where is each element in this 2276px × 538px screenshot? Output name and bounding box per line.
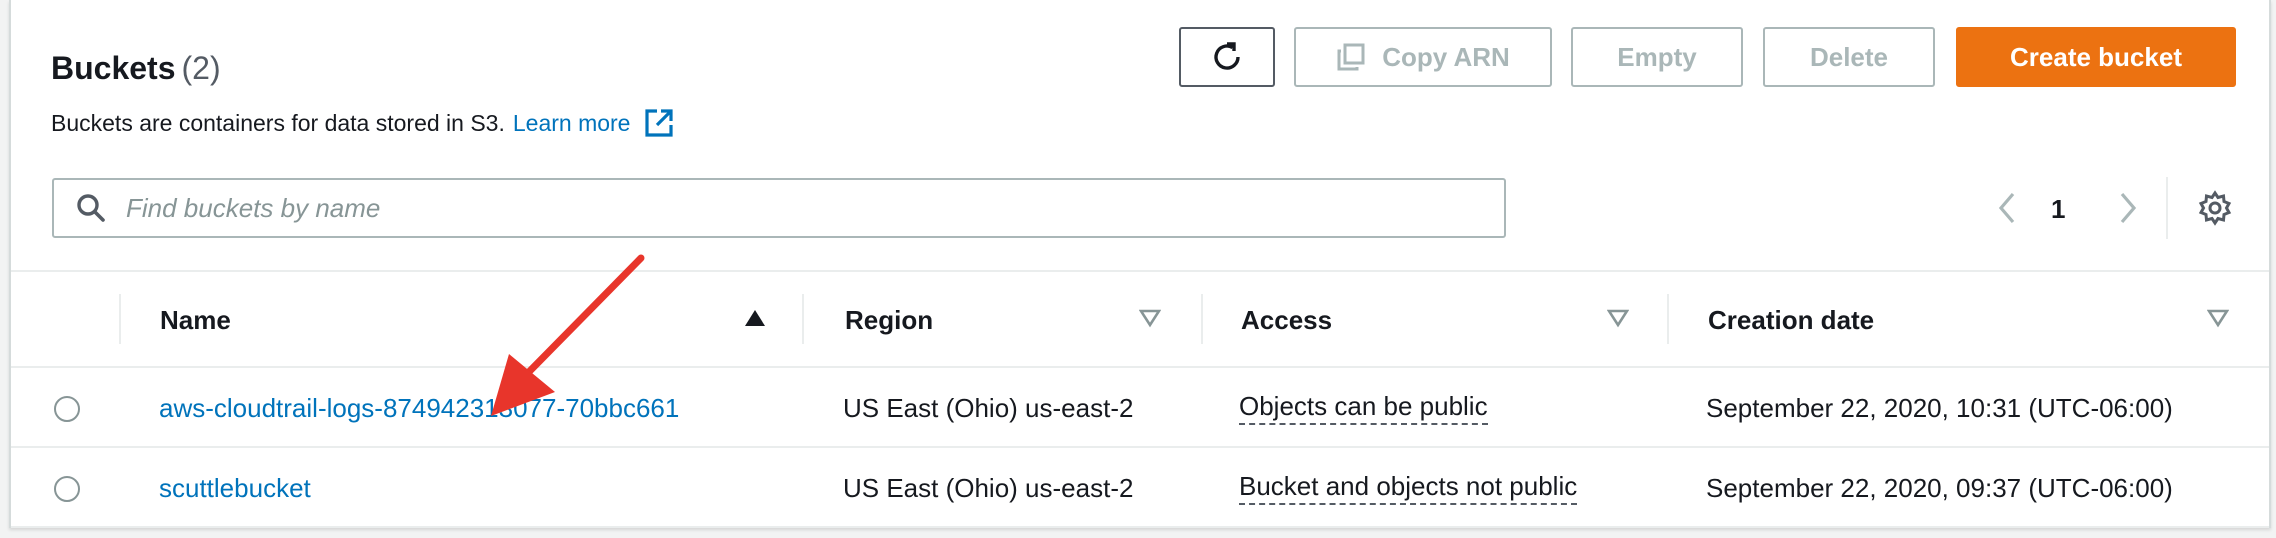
panel-description: Buckets are containers for data stored i… [51, 108, 674, 138]
table-row[interactable]: aws-cloudtrail-logs-874942313077-70bbc66… [11, 368, 2269, 448]
row-select-radio[interactable] [54, 476, 80, 502]
column-header-access[interactable]: Access [1241, 272, 1332, 368]
annotation-arrow [491, 254, 645, 416]
column-header-region[interactable]: Region [845, 272, 933, 368]
page-title: Buckets (2) [51, 48, 221, 88]
column-divider [802, 294, 804, 344]
column-divider [119, 294, 121, 344]
column-header-name[interactable]: Name [160, 272, 231, 368]
copy-arn-label: Copy ARN [1382, 41, 1510, 72]
search-box[interactable] [52, 178, 1506, 238]
column-divider [1201, 294, 1203, 344]
table-row[interactable]: scuttlebucket US East (Ohio) us-east-2 B… [11, 448, 2269, 528]
title-text: Buckets [51, 50, 176, 86]
description-text: Buckets are containers for data stored i… [51, 110, 505, 136]
bucket-region: US East (Ohio) us-east-2 [843, 392, 1134, 423]
chevron-right-icon [2112, 190, 2142, 226]
delete-label: Delete [1809, 41, 1889, 72]
column-divider [1667, 294, 1669, 344]
caret-down-outline-icon[interactable] [1139, 308, 1161, 328]
create-bucket-label: Create bucket [2010, 41, 2182, 72]
bucket-access[interactable]: Bucket and objects not public [1239, 471, 1578, 505]
caret-up-icon[interactable] [744, 308, 766, 328]
bucket-region: US East (Ohio) us-east-2 [843, 472, 1134, 503]
learn-more-link[interactable]: Learn more [513, 108, 631, 138]
refresh-button[interactable] [1179, 27, 1275, 87]
gear-icon [2197, 190, 2233, 226]
bucket-name-link[interactable]: scuttlebucket [159, 473, 311, 504]
bucket-access[interactable]: Objects can be public [1239, 391, 1488, 425]
refresh-icon [1210, 40, 1244, 74]
empty-label: Empty [1617, 41, 1697, 72]
delete-button[interactable]: Delete [1763, 27, 1935, 87]
row-select-radio[interactable] [54, 396, 80, 422]
external-link-icon[interactable] [644, 108, 674, 138]
current-page-number[interactable]: 1 [2051, 192, 2065, 226]
bucket-count: (2) [181, 50, 221, 86]
bucket-creation-date: September 22, 2020, 10:31 (UTC-06:00) [1706, 392, 2173, 423]
caret-down-outline-icon[interactable] [2207, 308, 2229, 328]
buckets-panel: Buckets (2) Buckets are containers for da… [9, 0, 2271, 528]
chevron-left-icon [1993, 190, 2023, 226]
previous-page-button[interactable] [1993, 190, 2023, 226]
column-header-creation-date[interactable]: Creation date [1708, 272, 1874, 368]
empty-button[interactable]: Empty [1571, 27, 1743, 87]
table-settings-button[interactable] [2197, 190, 2233, 226]
toolbar-divider [2166, 177, 2168, 239]
copy-icon [1336, 42, 1366, 72]
caret-down-outline-icon[interactable] [1607, 308, 1629, 328]
next-page-button[interactable] [2112, 190, 2142, 226]
table-header: Name Region Access Creation date [11, 272, 2269, 368]
bucket-creation-date: September 22, 2020, 09:37 (UTC-06:00) [1706, 472, 2173, 503]
search-icon [76, 193, 106, 223]
create-bucket-button[interactable]: Create bucket [1956, 27, 2236, 87]
copy-arn-button[interactable]: Copy ARN [1294, 27, 1552, 87]
search-input[interactable] [126, 192, 1476, 224]
